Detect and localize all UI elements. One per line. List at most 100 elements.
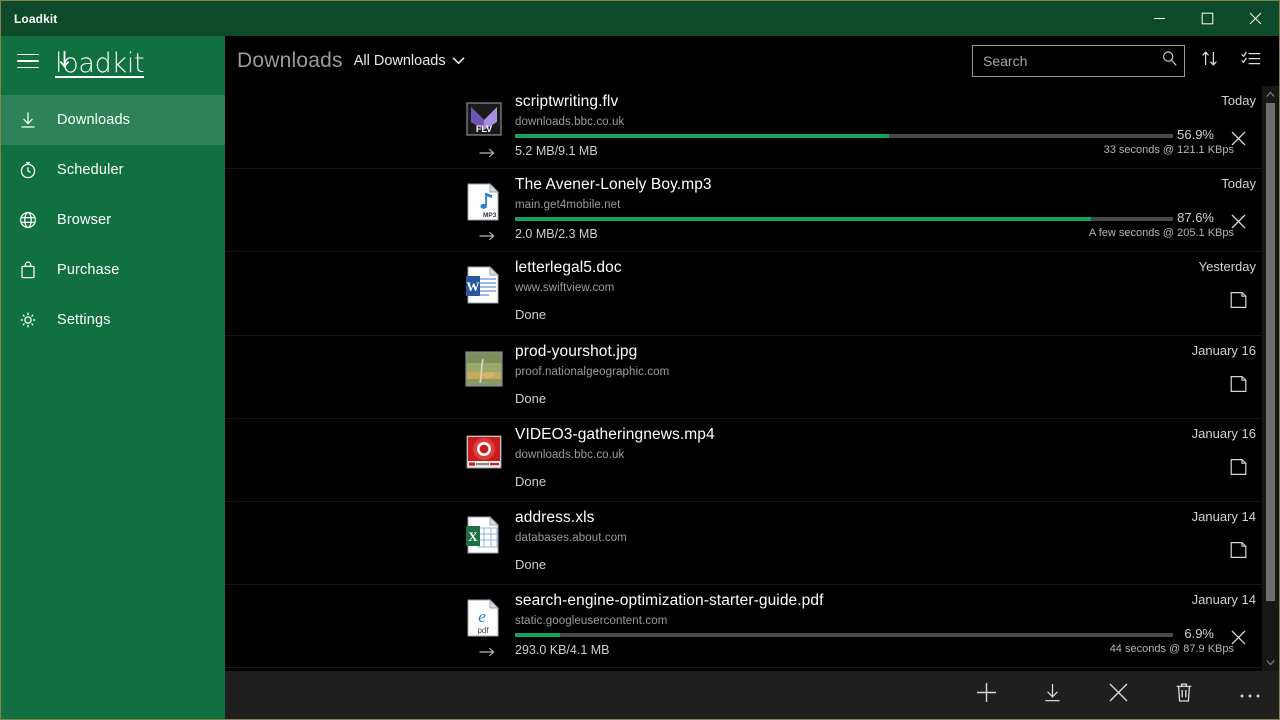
delete-download-button[interactable] <box>1163 674 1205 716</box>
downloads-list-wrap: FLVscriptwriting.flvdownloads.bbc.co.ukT… <box>225 86 1279 671</box>
download-date: Today <box>1221 176 1256 191</box>
arrow-right-icon[interactable] <box>477 144 497 162</box>
pdf-file-icon: epdf <box>465 599 503 637</box>
download-date: January 16 <box>1192 426 1256 441</box>
arrow-right-icon[interactable] <box>477 643 497 661</box>
sidebar-item-downloads[interactable]: Downloads <box>1 95 225 145</box>
download-date: Yesterday <box>1199 259 1256 274</box>
download-row[interactable]: VIDEO3-gatheringnews.mp4downloads.bbc.co… <box>225 419 1262 502</box>
download-date: January 14 <box>1192 592 1256 607</box>
download-file-name: letterlegal5.doc <box>515 259 622 277</box>
download-progress-bar <box>515 134 1173 138</box>
chevron-down-icon <box>452 53 465 69</box>
add-download-button[interactable] <box>965 674 1007 716</box>
cancel-download-button[interactable] <box>1097 674 1139 716</box>
open-folder-icon[interactable] <box>1224 453 1252 481</box>
download-date: January 16 <box>1192 343 1256 358</box>
download-size: 2.0 MB/2.3 MB <box>515 227 598 241</box>
start-download-button[interactable] <box>1031 674 1073 716</box>
svg-text:MP3: MP3 <box>483 212 497 219</box>
sidebar-item-scheduler[interactable]: Scheduler <box>1 145 225 195</box>
hamburger-icon[interactable] <box>15 48 41 74</box>
list-options-button[interactable] <box>1233 43 1269 79</box>
download-size: 293.0 KB/4.1 MB <box>515 643 610 657</box>
svg-text:pdf: pdf <box>477 626 489 635</box>
list-scrollbar[interactable] <box>1262 86 1279 671</box>
window-body: loadkit Downloads <box>1 36 1279 719</box>
cancel-icon[interactable] <box>1224 207 1252 235</box>
scrollbar-down-button[interactable] <box>1262 654 1279 671</box>
open-folder-icon[interactable] <box>1224 370 1252 398</box>
download-row[interactable]: epdfsearch-engine-optimization-starter-g… <box>225 585 1262 668</box>
bag-icon <box>17 259 39 281</box>
svg-text:e: e <box>478 607 486 626</box>
sidebar-item-purchase[interactable]: Purchase <box>1 245 225 295</box>
more-options-button[interactable] <box>1229 674 1271 716</box>
minimize-button[interactable] <box>1135 1 1183 36</box>
sidebar-item-label: Browser <box>57 212 111 228</box>
download-source-site: databases.about.com <box>515 532 627 544</box>
list-view-icon <box>1241 50 1261 72</box>
gear-icon <box>17 309 39 331</box>
jpg-thumbnail-icon <box>465 350 503 388</box>
svg-text:FLV: FLV <box>476 124 492 134</box>
cancel-icon[interactable] <box>1224 124 1252 152</box>
sidebar: loadkit Downloads <box>1 36 225 719</box>
window-title: Loadkit <box>1 12 57 26</box>
download-file-name: address.xls <box>515 509 595 527</box>
download-source-site: downloads.bbc.co.uk <box>515 116 624 128</box>
open-folder-icon[interactable] <box>1224 286 1252 314</box>
download-size: 5.2 MB/9.1 MB <box>515 144 598 158</box>
open-folder-icon[interactable] <box>1224 536 1252 564</box>
ellipsis-icon <box>1239 686 1261 704</box>
arrow-right-icon[interactable] <box>477 227 497 245</box>
download-row[interactable]: Wletterlegal5.doc www.swiftview.com Yester… <box>225 252 1262 335</box>
svg-text:W: W <box>467 279 480 294</box>
sort-up-down-icon <box>1200 49 1219 73</box>
sidebar-item-label: Scheduler <box>57 162 124 178</box>
download-row[interactable]: MP3 The Avener-Lonely Boy.mp3 main.get4mob… <box>225 169 1262 252</box>
close-button[interactable] <box>1231 1 1279 36</box>
download-row[interactable]: FLVscriptwriting.flvdownloads.bbc.co.ukT… <box>225 86 1262 169</box>
download-row[interactable]: Xaddress.xlsdatabases.about.comJanuary 1… <box>225 502 1262 585</box>
sidebar-item-label: Purchase <box>57 262 119 278</box>
sidebar-item-browser[interactable]: Browser <box>1 195 225 245</box>
search-icon[interactable] <box>1161 50 1178 72</box>
download-icon <box>1042 682 1063 708</box>
sidebar-item-label: Settings <box>57 312 111 328</box>
scrollbar-up-button[interactable] <box>1262 86 1279 103</box>
cancel-icon[interactable] <box>1224 623 1252 651</box>
main-content: Downloads All Downloads <box>225 36 1279 719</box>
svg-text:X: X <box>468 529 478 544</box>
download-date: Today <box>1221 93 1256 108</box>
maximize-button[interactable] <box>1183 1 1231 36</box>
sort-button[interactable] <box>1191 43 1227 79</box>
download-source-site: proof.nationalgeographic.com <box>515 366 669 378</box>
download-file-name: prod-yourshot.jpg <box>515 343 637 361</box>
app-window: Loadkit loadkit <box>0 0 1280 720</box>
download-percent: 87.6% <box>1177 210 1214 225</box>
download-file-name: The Avener-Lonely Boy.mp3 <box>515 176 712 194</box>
main-header: Downloads All Downloads <box>225 36 1279 86</box>
bottom-toolbar <box>225 671 1279 719</box>
search-box[interactable] <box>972 45 1185 77</box>
scrollbar-thumb[interactable] <box>1266 103 1275 601</box>
download-icon <box>17 109 39 131</box>
download-progress-bar <box>515 217 1173 221</box>
logo-underline <box>55 76 144 78</box>
download-source-site: main.get4mobile.net <box>515 199 620 211</box>
title-bar: Loadkit <box>1 1 1279 36</box>
search-input[interactable] <box>983 53 1161 69</box>
download-status: Done <box>515 391 546 406</box>
download-source-site: www.swiftview.com <box>515 282 614 294</box>
plus-icon <box>975 681 998 709</box>
download-eta: 44 seconds @ 87.9 KBps <box>1110 643 1234 655</box>
downloads-filter-dropdown[interactable]: All Downloads <box>354 53 465 70</box>
sidebar-item-settings[interactable]: Settings <box>1 295 225 345</box>
download-status: Done <box>515 474 546 489</box>
globe-icon <box>17 209 39 231</box>
clock-icon <box>17 159 39 181</box>
xls-file-icon: X <box>465 516 503 554</box>
download-eta: 33 seconds @ 121.1 KBps <box>1104 144 1234 156</box>
download-row[interactable]: prod-yourshot.jpg proof.nationalgeographi… <box>225 336 1262 419</box>
